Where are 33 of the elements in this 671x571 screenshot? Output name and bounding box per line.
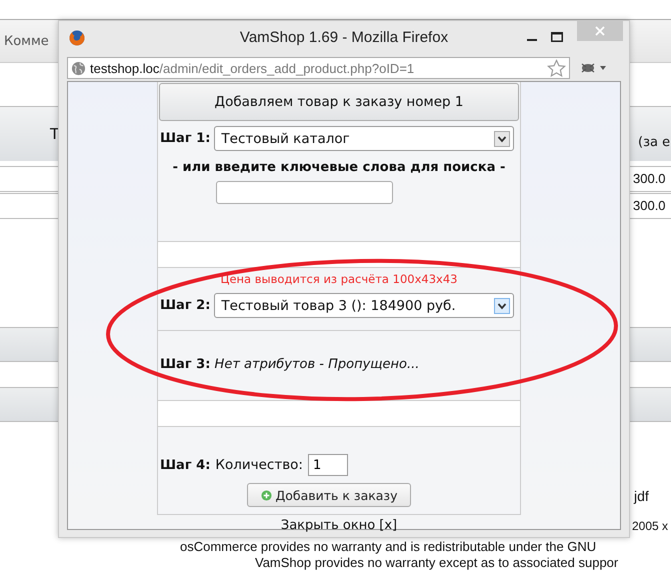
- footer-text: 2005 x: [632, 519, 668, 535]
- heading-button[interactable]: Добавляем товар к заказу номер 1: [159, 83, 519, 121]
- quantity-label: Количество:: [215, 457, 303, 473]
- table-cell: 300.0: [633, 171, 666, 186]
- plus-icon: [260, 490, 272, 500]
- browser-logo-icon: [69, 30, 85, 46]
- bookmark-star-icon[interactable]: [547, 59, 566, 78]
- window-title: VamShop 1.69 - Mozilla Firefox: [240, 29, 448, 46]
- close-icon: [595, 26, 605, 36]
- maximize-icon[interactable]: [551, 32, 563, 42]
- tab[interactable]: Комме: [4, 34, 49, 48]
- address-bar[interactable]: testshop.loc/admin/edit_orders_add_product.php?oID=1: [67, 57, 570, 79]
- step-text: Шаг 3: Нет атрибутов - Пропущено...: [160, 357, 420, 372]
- dropdown-caret-icon[interactable]: [494, 130, 510, 146]
- table-cell: 300.0: [633, 198, 666, 213]
- price-note: Цена выводится из расчёта 100x43x43: [220, 272, 458, 286]
- column-header: (за е: [638, 135, 670, 150]
- text: jdf: [634, 488, 649, 504]
- footer-text: osCommerce provides no warranty and is redistributable under the GNU: [180, 539, 596, 555]
- product-select[interactable]: Тестовый товар 3 (): 184900 руб.: [214, 293, 514, 318]
- footer-text: VamShop provides no warranty except as to associated suppor: [255, 555, 618, 571]
- add-to-order-button[interactable]: Добавить к заказу: [247, 483, 411, 507]
- quantity-field[interactable]: 1: [308, 454, 348, 476]
- dropdown-caret-icon[interactable]: [494, 298, 510, 314]
- catalog-select[interactable]: Тестовый каталог: [214, 126, 514, 151]
- bug-icon[interactable]: [580, 61, 606, 75]
- search-field[interactable]: [216, 181, 392, 204]
- step-label: Шаг 4:: [160, 458, 210, 472]
- close-window-link[interactable]: Закрыть окно [x]: [280, 518, 398, 533]
- globe-icon: [71, 60, 86, 76]
- step-label: Шаг 1:: [160, 131, 210, 146]
- search-label: - или введите ключевые слова для поиска -: [172, 160, 506, 175]
- step-label: Шаг 2:: [160, 298, 210, 313]
